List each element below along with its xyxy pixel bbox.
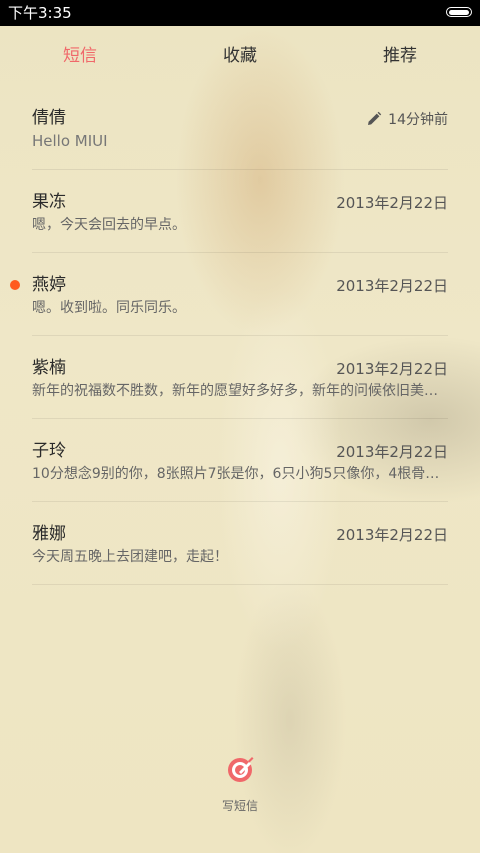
- conversation-row[interactable]: 雅娜 2013年2月22日 今天周五晚上去团建吧，走起！: [32, 502, 448, 585]
- status-time: 下午3:35: [8, 4, 72, 22]
- conversation-list: 倩倩 14分钟前 Hello MIUI 果冻 2013年2月22日 嗯，今天会回…: [0, 86, 480, 585]
- tab-messages[interactable]: 短信: [30, 46, 130, 66]
- compose-icon: [228, 757, 254, 782]
- contact-name: 果冻: [32, 192, 66, 212]
- conversation-time: 2013年2月22日: [336, 360, 448, 378]
- conversation-row[interactable]: 子玲 2013年2月22日 10分想念9别的你，8张照片7张是你，6只小狗5只像…: [32, 419, 448, 502]
- contact-name: 雅娜: [32, 524, 66, 544]
- tab-bar: 短信 收藏 推荐: [0, 26, 480, 86]
- messaging-screen: 下午3:35 短信 收藏 推荐 倩倩 14分钟前 Hello MIUI 果冻 2…: [0, 0, 480, 853]
- draft-indicator: 14分钟前: [366, 110, 448, 128]
- compose-label: 写短信: [221, 799, 258, 813]
- conversation-row[interactable]: 紫楠 2013年2月22日 新年的祝福数不胜数，新年的愿望好多好多，新年的问候依…: [32, 336, 448, 419]
- battery-icon: [446, 7, 472, 17]
- message-preview: 嗯。收到啦。同乐同乐。: [32, 300, 186, 316]
- conversation-time: 2013年2月22日: [336, 194, 448, 212]
- conversation-time: 14分钟前: [388, 112, 448, 128]
- conversation-time: 2013年2月22日: [336, 443, 448, 461]
- message-preview: 10分想念9别的你，8张照片7张是你，6只小狗5只像你，4根骨头…: [32, 466, 448, 482]
- status-bar: 下午3:35: [0, 0, 480, 26]
- message-preview: 新年的祝福数不胜数，新年的愿望好多好多，新年的问候依旧美好…: [32, 383, 448, 399]
- message-preview: 嗯，今天会回去的早点。: [32, 217, 186, 233]
- message-preview: 今天周五晚上去团建吧，走起！: [32, 549, 228, 565]
- contact-name: 燕婷: [32, 275, 66, 295]
- pencil-icon: [368, 111, 382, 125]
- contact-name: 倩倩: [32, 108, 66, 128]
- contact-name: 紫楠: [32, 358, 66, 378]
- conversation-row[interactable]: 果冻 2013年2月22日 嗯，今天会回去的早点。: [32, 170, 448, 253]
- contact-name: 子玲: [32, 441, 66, 461]
- tab-favorites[interactable]: 收藏: [190, 46, 290, 66]
- tab-recommended[interactable]: 推荐: [350, 46, 450, 66]
- conversation-time: 2013年2月22日: [336, 277, 448, 295]
- compose-button[interactable]: 写短信: [200, 755, 280, 817]
- unread-dot-icon: [10, 280, 20, 290]
- conversation-row[interactable]: 燕婷 2013年2月22日 嗯。收到啦。同乐同乐。: [10, 253, 448, 336]
- conversation-time: 2013年2月22日: [336, 526, 448, 544]
- conversation-row[interactable]: 倩倩 14分钟前 Hello MIUI: [32, 86, 448, 170]
- message-preview: Hello MIUI: [32, 132, 108, 150]
